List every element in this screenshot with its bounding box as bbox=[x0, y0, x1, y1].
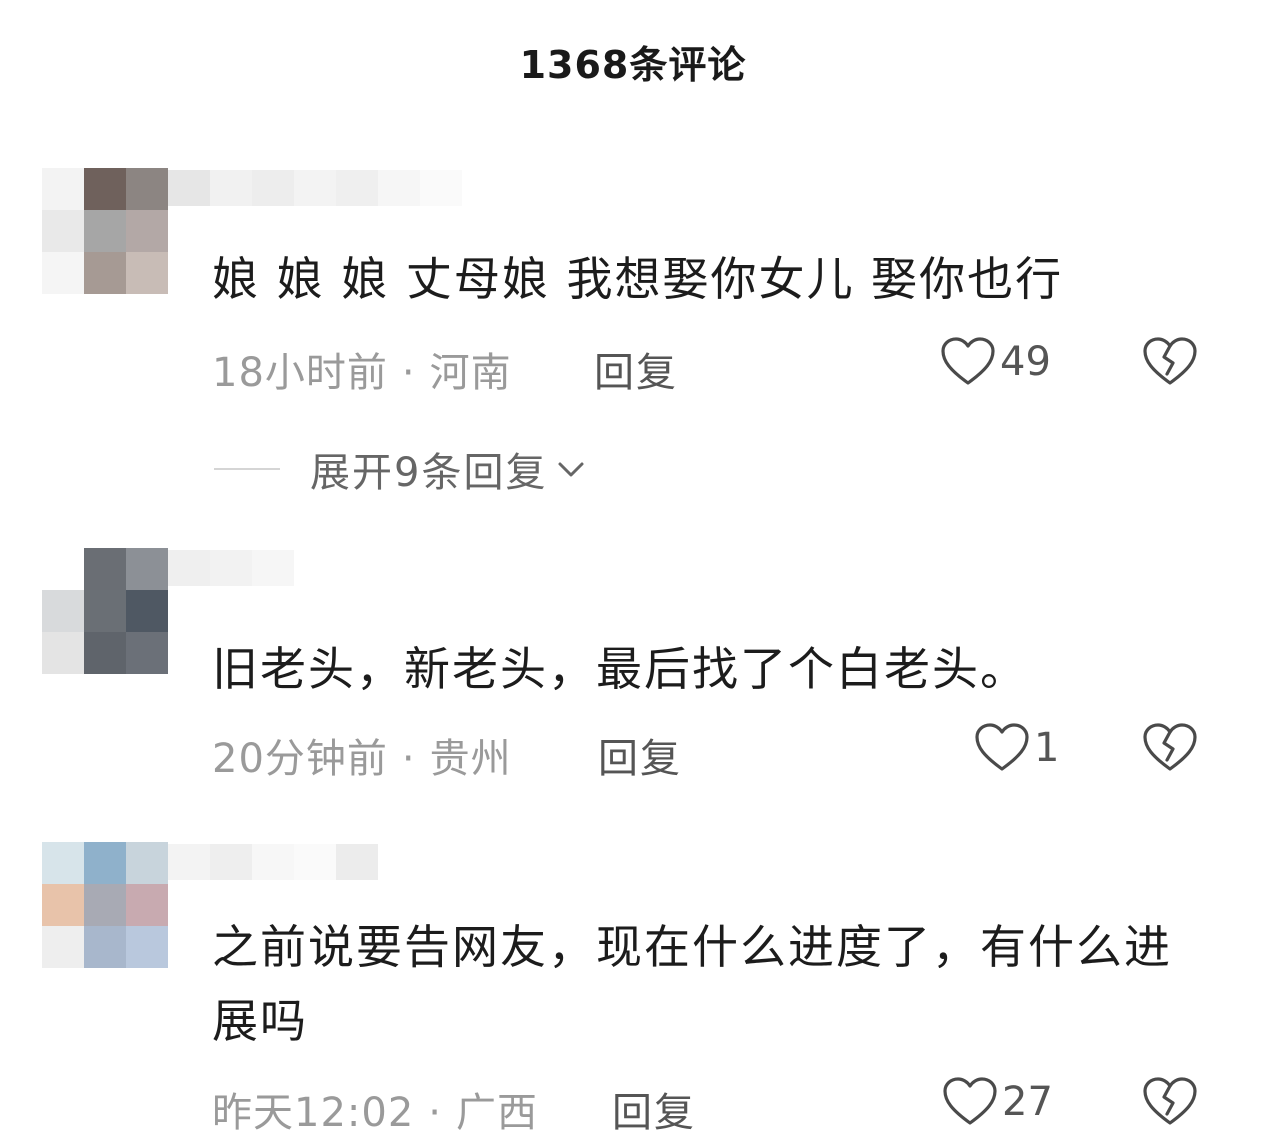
username[interactable] bbox=[168, 170, 462, 206]
comment-location: 河南 bbox=[429, 350, 512, 396]
avatar[interactable] bbox=[42, 168, 168, 294]
comment-time: 18小时前 bbox=[212, 350, 388, 396]
comment-location: 贵州 bbox=[429, 736, 512, 782]
chevron-down-icon bbox=[555, 446, 587, 492]
expand-replies-button[interactable]: 展开9条回复 bbox=[214, 440, 587, 498]
meta-separator: · bbox=[401, 736, 416, 782]
username[interactable] bbox=[168, 844, 378, 880]
like-button[interactable]: 49 bbox=[940, 336, 1051, 388]
expand-replies-label: 展开9条回复 bbox=[310, 450, 548, 496]
like-count: 49 bbox=[1000, 339, 1051, 385]
like-button[interactable]: 27 bbox=[942, 1076, 1053, 1128]
heart-outline-icon bbox=[942, 1076, 998, 1128]
broken-heart-icon bbox=[1142, 336, 1198, 388]
dislike-button[interactable] bbox=[1142, 722, 1198, 774]
dislike-button[interactable] bbox=[1142, 336, 1198, 388]
reply-button[interactable]: 回复 bbox=[598, 726, 682, 784]
comment-time: 昨天12:02 bbox=[212, 1090, 415, 1136]
reply-button[interactable]: 回复 bbox=[612, 1080, 696, 1138]
dislike-button[interactable] bbox=[1142, 1076, 1198, 1128]
meta-separator: · bbox=[428, 1090, 442, 1136]
reply-button[interactable]: 回复 bbox=[594, 340, 678, 398]
avatar[interactable] bbox=[42, 842, 168, 968]
comment-meta: 18小时前 · 河南 bbox=[212, 340, 512, 398]
broken-heart-icon bbox=[1142, 1076, 1198, 1128]
comment-item: 娘 娘 娘 丈母娘 我想娶你女儿 娶你也行 18小时前 · 河南 回复 49 展开9… bbox=[0, 0, 1266, 520]
heart-outline-icon bbox=[940, 336, 996, 388]
meta-separator: · bbox=[401, 350, 416, 396]
comment-text: 之前说要告网友，现在什么进度了，有什么进展吗 bbox=[212, 920, 1172, 1048]
comment-location: 广西 bbox=[456, 1090, 538, 1136]
comment-meta: 20分钟前 · 贵州 bbox=[212, 726, 512, 784]
like-button[interactable]: 1 bbox=[974, 722, 1059, 774]
divider bbox=[214, 468, 280, 470]
like-count: 1 bbox=[1034, 725, 1060, 771]
comment-time: 20分钟前 bbox=[212, 736, 388, 782]
broken-heart-icon bbox=[1142, 722, 1198, 774]
like-count: 27 bbox=[1002, 1079, 1053, 1125]
comment-item: 旧老头，新老头，最后找了个白老头。 20分钟前 · 贵州 回复 1 bbox=[0, 520, 1266, 800]
username[interactable] bbox=[168, 550, 294, 586]
comment-text: 旧老头，新老头，最后找了个白老头。 bbox=[212, 642, 1028, 696]
comment-item: 之前说要告网友，现在什么进度了，有什么进展吗 昨天12:02 · 广西 回复 27 bbox=[0, 800, 1266, 1136]
comment-meta: 昨天12:02 · 广西 bbox=[212, 1080, 538, 1138]
heart-outline-icon bbox=[974, 722, 1030, 774]
avatar[interactable] bbox=[42, 548, 168, 674]
comment-text: 娘 娘 娘 丈母娘 我想娶你女儿 娶你也行 bbox=[212, 252, 1064, 306]
